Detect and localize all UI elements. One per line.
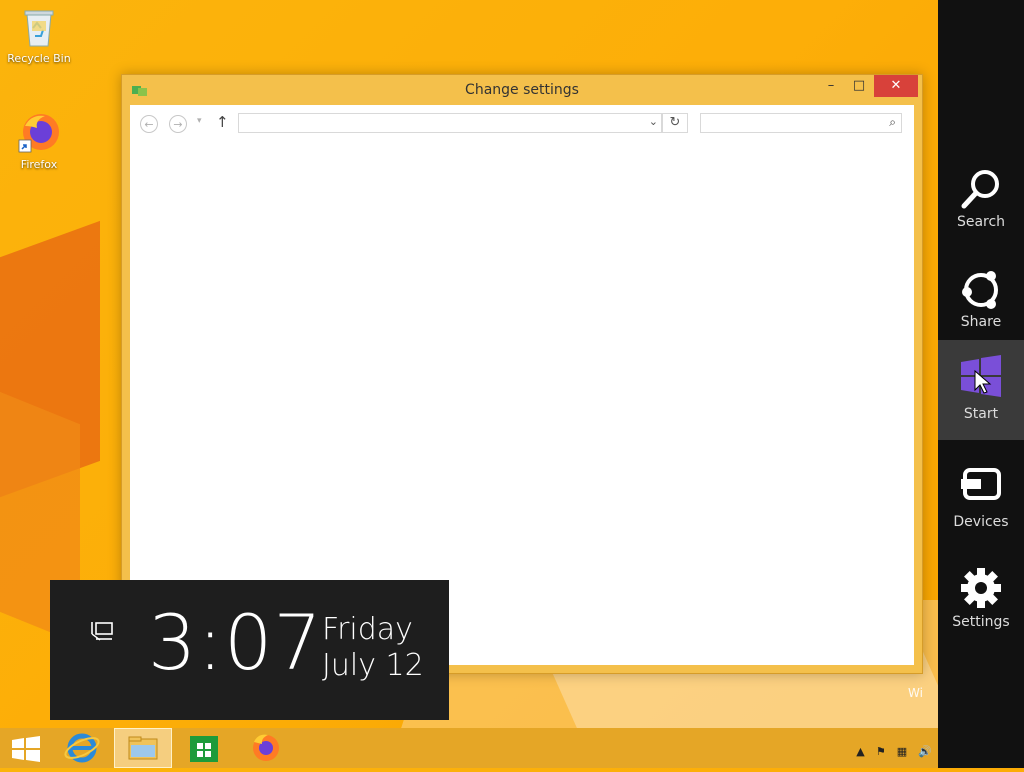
clock-overlay: 3:07 Friday July 12 xyxy=(50,580,449,720)
charm-search[interactable]: Search xyxy=(938,150,1024,250)
gear-icon xyxy=(959,566,1003,610)
address-bar[interactable]: ⌄ xyxy=(238,113,662,133)
network-icon xyxy=(90,620,114,642)
activation-watermark: Wi xyxy=(908,686,923,700)
clock-day: Friday xyxy=(322,612,413,647)
folder-icon xyxy=(128,736,158,760)
firefox-icon xyxy=(253,734,279,761)
store-icon xyxy=(190,736,218,762)
search-icon: ⌕ xyxy=(889,115,896,129)
charm-label: Search xyxy=(956,214,1006,230)
share-icon xyxy=(959,266,1003,310)
desktop-icon-firefox[interactable]: Firefox xyxy=(1,112,77,171)
desktop-icon-label: Firefox xyxy=(20,158,58,171)
charm-label: Start xyxy=(963,406,999,422)
charm-start[interactable]: Start xyxy=(938,340,1024,440)
chevron-down-icon[interactable]: ⌄ xyxy=(649,115,658,128)
refresh-button[interactable]: ↻ xyxy=(662,113,688,133)
taskbar-store[interactable] xyxy=(176,728,232,768)
up-button[interactable]: ↑ xyxy=(216,113,229,131)
windows-logo-icon xyxy=(959,354,1003,398)
back-button[interactable]: ← xyxy=(140,115,158,133)
network-tray-icon[interactable]: ▦ xyxy=(897,745,907,758)
recent-locations-dropdown[interactable]: ▾ xyxy=(197,116,202,126)
clock-time: 3:07 xyxy=(148,598,323,687)
charm-settings[interactable]: Settings xyxy=(938,550,1024,650)
action-center-flag-icon[interactable]: ⚑ xyxy=(876,745,886,758)
window-title: Change settings xyxy=(465,82,579,98)
windows-logo-icon xyxy=(12,736,40,762)
start-button[interactable] xyxy=(0,728,56,768)
taskbar-file-explorer[interactable] xyxy=(114,728,172,768)
firefox-icon xyxy=(17,112,61,156)
charm-devices[interactable]: Devices xyxy=(938,450,1024,550)
taskbar-firefox[interactable] xyxy=(238,728,294,768)
volume-icon[interactable]: 🔊 xyxy=(918,745,932,758)
maximize-button[interactable]: □ xyxy=(844,75,874,97)
minimize-button[interactable]: – xyxy=(816,75,846,97)
charm-label: Settings xyxy=(952,614,1010,630)
close-button[interactable]: ✕ xyxy=(874,75,918,97)
charm-label: Share xyxy=(960,314,1002,330)
desktop-icon-label: Recycle Bin xyxy=(7,52,71,65)
search-icon xyxy=(959,166,1003,210)
devices-icon xyxy=(959,466,1003,510)
charms-bar: Search Share Start Devices Settings xyxy=(938,0,1024,768)
taskbar-internet-explorer[interactable] xyxy=(54,728,110,768)
title-bar[interactable]: Change settings – □ ✕ xyxy=(122,75,922,105)
system-tray: ▲ ⚑ ▦ 🔊 xyxy=(856,740,938,758)
recycle-bin-icon xyxy=(17,6,61,50)
charm-share[interactable]: Share xyxy=(938,250,1024,350)
desktop-icon-recycle-bin[interactable]: Recycle Bin xyxy=(1,6,77,65)
search-input[interactable]: ⌕ xyxy=(700,113,902,133)
internet-explorer-icon xyxy=(64,733,100,763)
charm-label: Devices xyxy=(953,514,1009,530)
taskbar: ▲ ⚑ ▦ 🔊 xyxy=(0,728,938,768)
forward-button[interactable]: → xyxy=(169,115,187,133)
clock-date: July 12 xyxy=(322,648,424,683)
tray-overflow-chevron-icon[interactable]: ▲ xyxy=(856,745,864,758)
